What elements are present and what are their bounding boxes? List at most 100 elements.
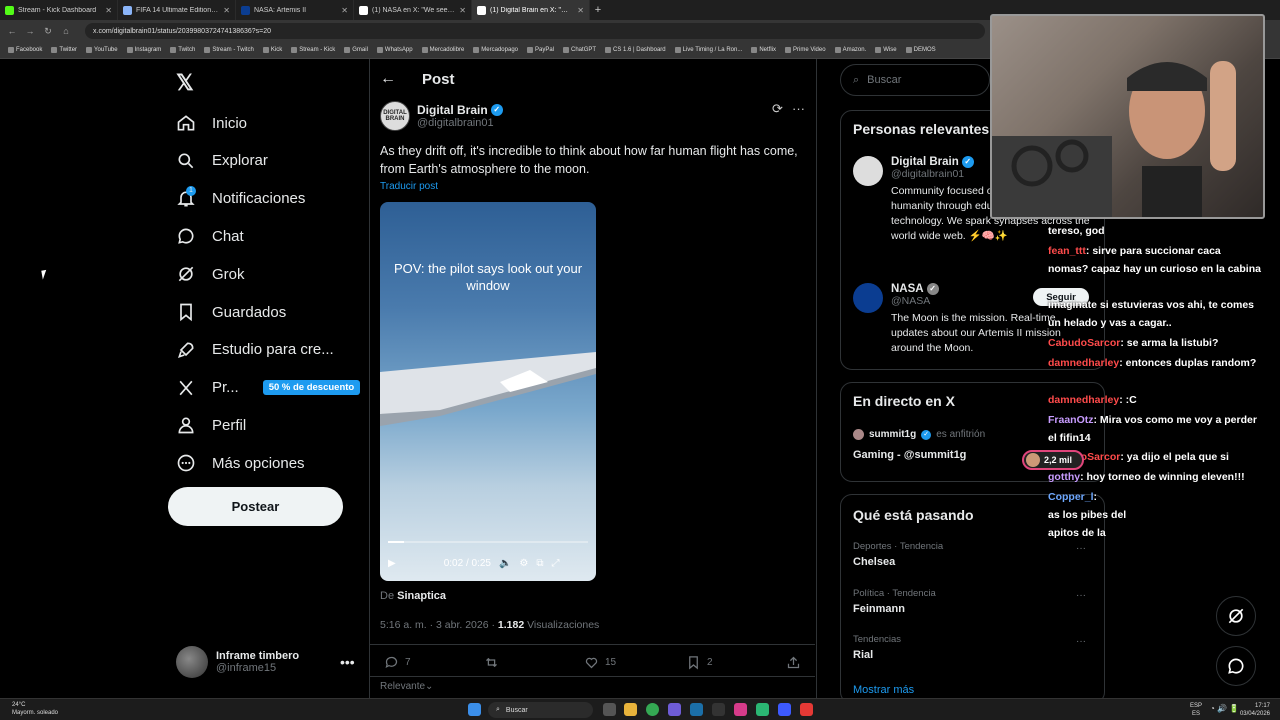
steam-icon[interactable] <box>690 703 703 716</box>
pip-icon[interactable]: ⧉ <box>536 558 543 569</box>
task-view-icon[interactable] <box>603 703 616 716</box>
video-player[interactable]: POV: the pilot says look out your window… <box>380 202 596 581</box>
app-icon[interactable] <box>712 703 725 716</box>
bookmark-item[interactable]: WhatsApp <box>376 47 413 53</box>
browser-tab[interactable]: Stream - Kick Dashboard ✕ <box>0 0 118 20</box>
play-icon[interactable]: ▶ <box>388 558 396 569</box>
bookmark-item[interactable]: Live Timing / La Ron... <box>674 47 742 53</box>
bookmark-item[interactable]: Mercadopago <box>473 47 518 53</box>
chat-username[interactable]: FraanOtz <box>1048 414 1094 426</box>
taskbar-search[interactable]: ⌕ Buscar <box>488 702 593 718</box>
fullscreen-icon[interactable]: ⤢ <box>552 558 560 569</box>
bookmark-item[interactable]: Amazon. <box>834 47 866 53</box>
bookmark-item[interactable]: YouTube <box>86 47 118 53</box>
reload-icon[interactable]: ↻ <box>43 26 53 37</box>
bookmark-item[interactable]: CS 1.6 | Dashboard <box>605 47 666 53</box>
bookmark-item[interactable]: Wise <box>875 47 897 53</box>
live-title[interactable]: Gaming - @summit1g <box>853 449 966 461</box>
bookmark-item[interactable]: Facebook <box>8 47 42 53</box>
bookmark-item[interactable]: Kick <box>262 47 282 53</box>
account-more-icon[interactable]: ••• <box>340 654 355 670</box>
chat-username[interactable]: gotthy <box>1048 471 1080 483</box>
grok-icon[interactable]: ⟳ <box>772 101 783 117</box>
app-icon[interactable] <box>756 703 769 716</box>
language-indicator[interactable]: ESP ES <box>1190 702 1202 718</box>
chat-username[interactable]: damnedharley <box>1048 394 1119 406</box>
sidebar-item[interactable]: Pr... 50 % de descuento <box>176 373 361 403</box>
sidebar-item[interactable]: Notificaciones 1 <box>176 184 305 214</box>
search-input[interactable]: ⌕ Buscar <box>840 64 990 96</box>
chrome-icon[interactable] <box>646 703 659 716</box>
person-name[interactable]: Digital Brain <box>891 156 959 168</box>
weather-widget[interactable]: 24°C Mayorm. soleado <box>12 701 58 717</box>
bookmark-item[interactable]: Mercadolibre <box>421 47 464 53</box>
sidebar-item[interactable]: Más opciones <box>176 448 305 478</box>
post-timestamp[interactable]: 5:16 a. m. · 3 abr. 2026 · <box>380 619 495 631</box>
close-icon[interactable]: ✕ <box>105 6 112 15</box>
author-handle[interactable]: @digitalbrain01 <box>417 117 503 129</box>
windows-start-icon[interactable] <box>468 703 481 716</box>
bookmark-item[interactable]: Prime Video <box>785 47 826 53</box>
url-field[interactable]: x.com/digitalbrain01/status/203998037247… <box>85 23 985 39</box>
app-icon[interactable] <box>668 703 681 716</box>
trend-item[interactable]: Política · Tendencia Feinmann <box>853 588 936 615</box>
browser-tab[interactable]: (1) NASA en X: "We see our ho ✕ <box>354 0 472 20</box>
post-button[interactable]: Postear <box>168 487 343 526</box>
repost-button[interactable] <box>484 655 505 670</box>
sidebar-item[interactable]: Chat <box>176 221 244 251</box>
chat-username[interactable]: Copper_l <box>1048 491 1094 503</box>
volume-icon[interactable]: 🔈 <box>499 558 511 569</box>
post-author[interactable]: DIGITAL BRAIN Digital Brain ✓ @digitalbra… <box>380 101 503 131</box>
show-more-link[interactable]: Mostrar más <box>853 684 914 696</box>
bookmark-button[interactable]: 2 <box>686 655 713 670</box>
close-icon[interactable]: ✕ <box>577 6 584 15</box>
browser-tab[interactable]: (1) Digital Brain en X: "@NASA✕ <box>472 0 590 20</box>
person-name[interactable]: NASA <box>891 283 924 295</box>
close-icon[interactable]: ✕ <box>459 6 466 15</box>
back-icon[interactable]: ← <box>7 26 17 36</box>
settings-icon[interactable]: ⚙ <box>519 558 528 569</box>
translate-link[interactable]: Traducir post <box>380 181 438 192</box>
author-avatar[interactable]: DIGITAL BRAIN <box>380 101 410 131</box>
bookmark-item[interactable]: ChatGPT <box>563 47 596 53</box>
more-icon[interactable]: ··· <box>1076 543 1086 554</box>
clock[interactable]: 17:17 03/04/2026 <box>1240 702 1270 718</box>
bookmark-item[interactable]: DEMOS <box>905 47 936 53</box>
new-tab-button[interactable]: + <box>590 0 606 20</box>
bookmark-item[interactable]: Stream - Twitch <box>204 47 254 53</box>
more-icon[interactable]: ··· <box>1076 590 1086 601</box>
sort-dropdown[interactable]: Relevante⌄ <box>380 681 433 692</box>
video-progress-bar[interactable] <box>388 541 588 543</box>
file-explorer-icon[interactable] <box>624 703 637 716</box>
wifi-icon[interactable]: ◔ 🔊 🔋 <box>1210 704 1239 713</box>
reply-button[interactable]: 7 <box>384 655 411 670</box>
trend-item[interactable]: Tendencias Rial <box>853 634 901 661</box>
grok-float-button[interactable] <box>1216 596 1256 636</box>
back-arrow-icon[interactable]: ← <box>380 70 396 88</box>
more-icon[interactable]: ··· <box>1076 636 1086 647</box>
browser-tab[interactable]: FIFA 14 Ultimate Edition - Dow ✕ <box>118 0 236 20</box>
home-browser-icon[interactable]: ⌂ <box>61 26 71 36</box>
bookmark-item[interactable]: Twitch <box>170 47 195 53</box>
sidebar-item[interactable]: Estudio para cre... <box>176 335 334 365</box>
bookmark-item[interactable]: Instagram <box>126 47 161 53</box>
bookmark-item[interactable]: PayPal <box>527 47 554 53</box>
sidebar-item[interactable]: Grok <box>176 259 245 289</box>
bookmark-item[interactable]: Gmail <box>344 47 368 53</box>
trend-item[interactable]: Deportes · Tendencia Chelsea <box>853 541 943 568</box>
bookmark-item[interactable]: Netflix <box>751 47 776 53</box>
author-name[interactable]: Digital Brain <box>417 103 488 117</box>
chat-username[interactable]: damnedharley <box>1048 357 1119 369</box>
close-icon[interactable]: ✕ <box>341 6 348 15</box>
messages-float-button[interactable] <box>1216 646 1256 686</box>
bookmark-item[interactable]: Stream - Kick <box>291 47 335 53</box>
app-icon[interactable] <box>734 703 747 716</box>
like-button[interactable]: 15 <box>584 655 616 670</box>
chat-username[interactable]: CabudoSarcor <box>1048 337 1120 349</box>
close-icon[interactable]: ✕ <box>223 6 230 15</box>
bookmark-item[interactable]: Twitter <box>51 47 77 53</box>
app-icon[interactable] <box>778 703 791 716</box>
sidebar-item[interactable]: Guardados <box>176 297 286 327</box>
app-icon[interactable] <box>800 703 813 716</box>
sidebar-item[interactable]: Inicio <box>176 108 247 138</box>
